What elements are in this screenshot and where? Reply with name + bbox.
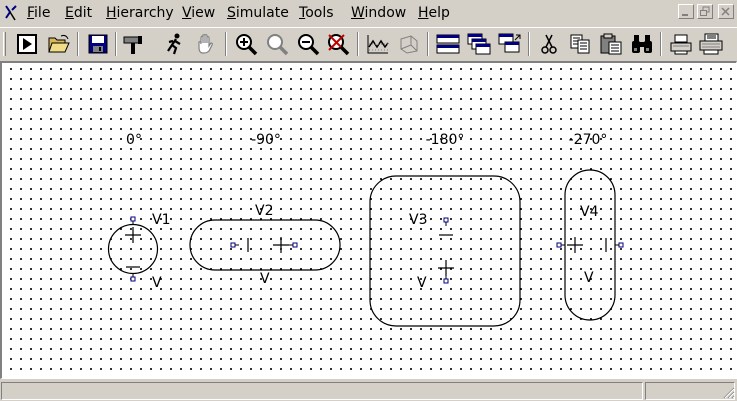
voltage-source-v1[interactable] xyxy=(107,216,159,282)
zoom-cancel-button[interactable] xyxy=(325,30,351,58)
hand-icon xyxy=(198,34,213,54)
menu-help[interactable]: Help xyxy=(418,5,450,23)
new-button[interactable] xyxy=(14,30,40,58)
pin-v3-negative[interactable] xyxy=(443,217,449,223)
menu-simulate[interactable]: Simulate xyxy=(227,5,289,23)
print-preview-icon xyxy=(670,34,692,55)
plot-button[interactable] xyxy=(365,30,391,58)
close-icon xyxy=(721,7,730,16)
open-button[interactable] xyxy=(46,30,72,58)
app-icon[interactable] xyxy=(3,4,19,22)
pin-v4-positive[interactable] xyxy=(556,242,562,248)
voltage-source-v3[interactable] xyxy=(369,175,521,327)
toolbar-separator xyxy=(357,32,359,56)
value-label-v3[interactable]: V xyxy=(417,275,427,291)
value-label-v2[interactable]: V xyxy=(260,271,270,287)
minimize-button[interactable] xyxy=(678,4,694,19)
print-button[interactable] xyxy=(698,30,724,58)
toolbar-separator xyxy=(427,32,429,56)
run-button[interactable] xyxy=(161,30,187,58)
pin-v1-negative[interactable] xyxy=(130,276,136,282)
pin-v2-negative[interactable] xyxy=(230,242,236,248)
toolbar-grip[interactable] xyxy=(3,32,6,56)
ref-label-v4[interactable]: V4 xyxy=(580,204,598,220)
menu-edit[interactable]: Edit xyxy=(65,5,92,23)
schematic-canvas[interactable]: 0° -90° -180° -270° V1 V V2 V V3 V V4 V xyxy=(2,63,735,378)
menu-file[interactable]: File xyxy=(27,5,50,23)
pin-v4-negative[interactable] xyxy=(618,242,624,248)
run-file-icon xyxy=(17,34,37,54)
pin-v1-positive[interactable] xyxy=(130,216,136,222)
find-button[interactable] xyxy=(629,30,655,58)
print-preview-button[interactable] xyxy=(668,30,694,58)
status-bar xyxy=(0,379,737,401)
probe-icon xyxy=(400,35,418,54)
application-window: File Edit Hierarchy View Simulate Tools … xyxy=(0,0,737,401)
zoom-out-button[interactable] xyxy=(295,30,321,58)
paste-button[interactable] xyxy=(598,30,624,58)
restore-icon xyxy=(700,6,710,16)
toolbar-separator xyxy=(77,32,79,56)
pin-v2-positive[interactable] xyxy=(292,242,298,248)
zoom-in-icon xyxy=(236,34,258,56)
probe-button[interactable] xyxy=(396,30,422,58)
save-button[interactable] xyxy=(85,30,111,58)
binoculars-icon xyxy=(632,35,652,53)
source-v3-body xyxy=(369,175,521,327)
ref-label-v1[interactable]: V1 xyxy=(152,212,170,228)
ref-label-v3[interactable]: V3 xyxy=(409,212,427,228)
zoom-fit-button[interactable] xyxy=(264,30,290,58)
pan-button[interactable] xyxy=(193,30,219,58)
source-v2-body xyxy=(189,219,341,271)
floppy-disk-icon xyxy=(88,34,108,54)
plus-sign-v2 xyxy=(273,237,289,253)
toolbar xyxy=(0,27,737,60)
resize-grip-icon[interactable] xyxy=(722,386,735,399)
zoom-cancel-icon xyxy=(328,34,350,56)
value-label-v4[interactable]: V xyxy=(584,270,594,286)
toolbar-separator xyxy=(225,32,227,56)
zoom-fit-icon xyxy=(267,34,289,56)
status-pane-main xyxy=(1,382,643,400)
hammer-icon xyxy=(123,36,142,54)
copy-icon xyxy=(570,34,590,54)
toolbar-separator xyxy=(528,32,530,56)
window-arrange-button[interactable] xyxy=(497,30,523,58)
paste-icon xyxy=(600,33,622,55)
schematic-shapes xyxy=(107,169,624,327)
menu-view[interactable]: View xyxy=(182,5,215,23)
minimize-icon xyxy=(682,14,688,16)
scissors-icon xyxy=(541,34,557,54)
menu-tools[interactable]: Tools xyxy=(299,5,334,23)
cascade-windows-icon xyxy=(467,33,491,55)
tile-windows-icon xyxy=(436,34,460,54)
menu-window[interactable]: Window xyxy=(351,5,406,23)
plus-sign-v1 xyxy=(125,227,141,243)
window-cascade-button[interactable] xyxy=(466,30,492,58)
copy-button[interactable] xyxy=(567,30,593,58)
waveform-plot-icon xyxy=(367,35,389,54)
voltage-source-v4[interactable] xyxy=(556,169,624,321)
ref-label-v2[interactable]: V2 xyxy=(255,203,273,219)
cut-button[interactable] xyxy=(536,30,562,58)
zoom-out-icon xyxy=(298,34,320,56)
toolbar-separator xyxy=(115,32,117,56)
zoom-in-button[interactable] xyxy=(233,30,259,58)
arrange-windows-icon xyxy=(498,33,521,53)
window-tile-button[interactable] xyxy=(435,30,461,58)
value-label-v1[interactable]: V xyxy=(152,275,162,291)
close-button[interactable] xyxy=(718,4,734,19)
toolbar-separator xyxy=(660,32,662,56)
pin-v3-positive[interactable] xyxy=(443,278,449,284)
menu-bar: File Edit Hierarchy View Simulate Tools … xyxy=(0,0,737,26)
menu-hierarchy[interactable]: Hierarchy xyxy=(106,5,174,23)
restore-button[interactable] xyxy=(697,4,713,19)
running-man-icon xyxy=(167,33,181,55)
build-button[interactable] xyxy=(121,30,147,58)
plus-sign-v3 xyxy=(438,260,454,276)
open-folder-icon xyxy=(48,34,70,53)
printer-icon xyxy=(699,33,723,55)
voltage-source-v2[interactable] xyxy=(189,219,341,271)
plus-sign-v4 xyxy=(567,237,583,253)
